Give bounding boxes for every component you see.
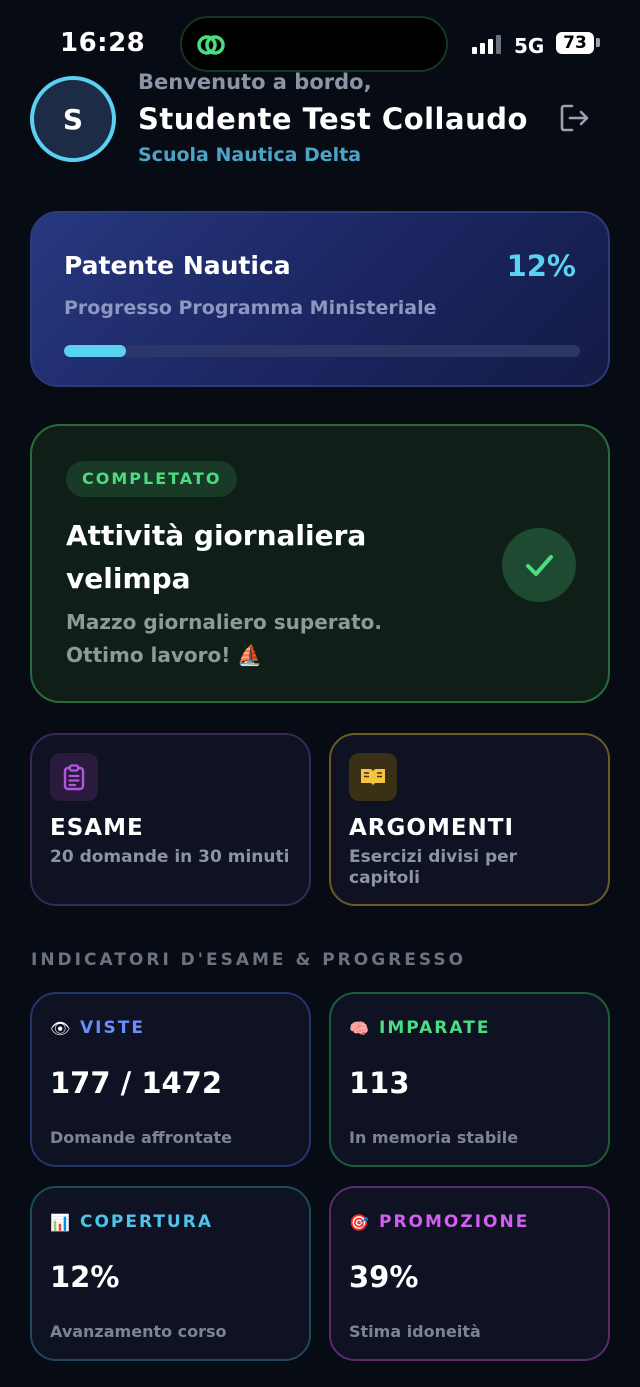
stat-desc: Domande affrontate: [50, 1128, 232, 1147]
clipboard-icon: [50, 753, 98, 801]
school-name: Scuola Nautica Delta: [138, 144, 362, 166]
welcome-text: Benvenuto a bordo,: [138, 70, 372, 94]
battery-icon: 73: [556, 32, 594, 54]
stat-card-viste[interactable]: 👁 VISTE 177 / 1472 Domande affrontate: [30, 992, 311, 1167]
stat-label: COPERTURA: [80, 1212, 213, 1232]
stat-value: 39%: [349, 1260, 419, 1294]
target-icon: 🎯: [349, 1212, 369, 1232]
topics-button[interactable]: ARGOMENTI Esercizi divisi per capitoli: [329, 733, 610, 906]
daily-message: Mazzo giornaliero superato. Ottimo lavor…: [66, 610, 383, 667]
exam-button[interactable]: ESAME 20 domande in 30 minuti: [30, 733, 311, 906]
network-label: 5G: [514, 34, 545, 58]
avatar[interactable]: S: [30, 76, 116, 162]
user-name: Studente Test Collaudo: [138, 102, 528, 136]
exam-title: ESAME: [50, 815, 144, 841]
progress-bar: [64, 345, 580, 357]
check-icon: [502, 528, 576, 602]
stat-desc: Stima idoneità: [349, 1322, 481, 1341]
link-icon: [197, 35, 225, 55]
battery-tip: [596, 38, 600, 47]
status-badge: COMPLETATO: [66, 461, 238, 497]
course-progress-card[interactable]: Patente Nautica 12% Progresso Programma …: [30, 211, 610, 387]
stat-value: 177 / 1472: [50, 1066, 223, 1100]
logout-icon[interactable]: [556, 100, 592, 136]
section-title: INDICATORI D'ESAME & PROGRESSO: [31, 950, 467, 970]
stat-value: 12%: [50, 1260, 120, 1294]
book-icon: [349, 753, 397, 801]
status-bar: 16:28 5G 73: [0, 0, 640, 80]
stat-card-copertura[interactable]: 📊 COPERTURA 12% Avanzamento corso: [30, 1186, 311, 1361]
course-subtitle: Progresso Programma Ministeriale: [64, 297, 437, 319]
dynamic-island: [180, 16, 448, 72]
course-percent: 12%: [506, 249, 576, 283]
eye-icon: 👁: [50, 1018, 71, 1038]
stat-desc: Avanzamento corso: [50, 1322, 227, 1341]
stat-card-imparate[interactable]: 🧠 IMPARATE 113 In memoria stabile: [329, 992, 610, 1167]
topics-desc: Esercizi divisi per capitoli: [349, 847, 518, 888]
stat-label: PROMOZIONE: [379, 1212, 530, 1232]
stat-label: VISTE: [80, 1018, 145, 1038]
daily-title: Attività giornaliera velimpa: [66, 519, 367, 595]
daily-activity-card[interactable]: COMPLETATO Attività giornaliera velimpa …: [30, 424, 610, 703]
stat-value: 113: [349, 1066, 410, 1100]
bar-chart-icon: 📊: [50, 1212, 70, 1232]
stat-card-promozione[interactable]: 🎯 PROMOZIONE 39% Stima idoneità: [329, 1186, 610, 1361]
stat-label: IMPARATE: [379, 1018, 491, 1038]
progress-bar-fill: [64, 345, 126, 357]
topics-title: ARGOMENTI: [349, 815, 515, 841]
course-title: Patente Nautica: [64, 251, 291, 280]
signal-icon: [472, 35, 501, 54]
status-time: 16:28: [60, 28, 146, 58]
exam-desc: 20 domande in 30 minuti: [50, 847, 290, 867]
brain-icon: 🧠: [349, 1018, 369, 1038]
stat-desc: In memoria stabile: [349, 1128, 519, 1147]
